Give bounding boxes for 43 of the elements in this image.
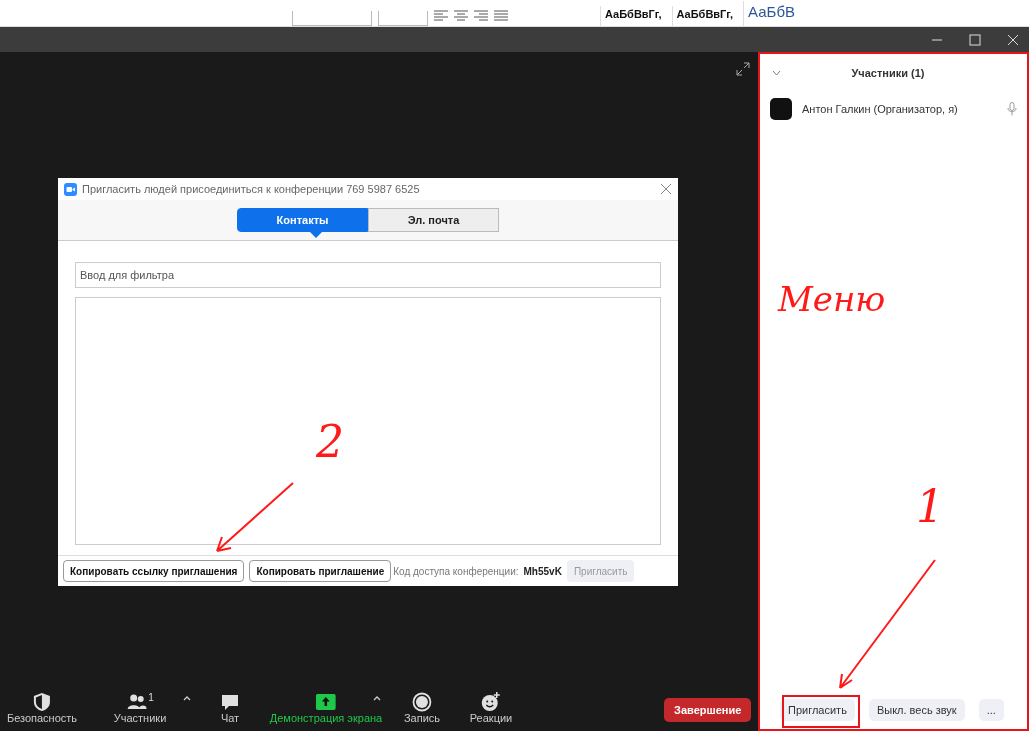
tab[interactable]: Эл. почта: [368, 208, 499, 232]
passcode: Mh55vK: [523, 565, 562, 577]
align-right-icon[interactable]: [474, 10, 488, 22]
toolbar-button[interactable]: Демонстрация экрана: [269, 692, 383, 724]
end-meeting-button[interactable]: Завершение: [664, 698, 752, 722]
toolbar-button[interactable]: 1 Участники: [113, 692, 167, 724]
copy-button[interactable]: Копировать ссылку приглашения: [63, 560, 245, 582]
toolbar-button[interactable]: Безопасность: [6, 692, 78, 724]
caret-icon[interactable]: [182, 694, 192, 702]
participant-name: Антон Галкин (Организатор, я): [802, 103, 959, 115]
panel-button[interactable]: Пригласить: [780, 699, 855, 721]
caret-icon[interactable]: [372, 694, 382, 702]
close-icon[interactable]: [660, 183, 672, 195]
filter-field[interactable]: Ввод для фильтра: [75, 262, 661, 288]
tab[interactable]: Контакты: [237, 208, 368, 232]
annotation-number: 1: [916, 485, 944, 529]
style-preview[interactable]: АаБбВвГг,: [600, 6, 666, 26]
people-icon: [126, 692, 147, 712]
style-preview[interactable]: АаБбВвГг,: [671, 6, 738, 26]
microphone-icon[interactable]: [1007, 102, 1017, 116]
chevron-down-icon[interactable]: [772, 70, 781, 76]
style-preview[interactable]: АаБбВ: [743, 1, 799, 26]
panel-title: Участники (1): [850, 67, 926, 79]
copy-button[interactable]: Копировать приглашение: [249, 560, 392, 582]
align-center-icon[interactable]: [454, 10, 468, 22]
align-left-icon[interactable]: [434, 10, 448, 22]
chat-icon: [220, 692, 240, 712]
toolbar-button[interactable]: Чат: [220, 692, 240, 724]
toolbar-button[interactable]: Реакции: [469, 692, 513, 724]
camera-icon: [64, 182, 77, 196]
fullscreen-icon[interactable]: [736, 62, 750, 76]
annotation-number: 2: [316, 420, 344, 464]
maximize-icon[interactable]: [967, 31, 983, 48]
justify-icon[interactable]: [494, 10, 508, 22]
panel-button[interactable]: ...: [978, 699, 1004, 721]
passcode-label: Код доступа конференции:: [393, 565, 519, 577]
annotation-text: Меню: [778, 282, 886, 316]
dialog-title: Пригласить людей присоединиться к конференции 769 5987 6525: [82, 183, 421, 195]
avatar: [770, 98, 792, 120]
tab-pointer: [310, 232, 322, 238]
record-icon: [412, 692, 432, 712]
toolbar-button[interactable]: Запись: [403, 692, 441, 724]
panel-button[interactable]: Выкл. весь звук: [868, 699, 965, 721]
